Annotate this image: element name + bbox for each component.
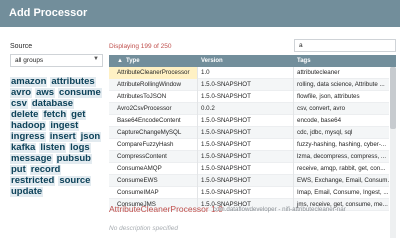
scrollbar-thumb[interactable] xyxy=(390,67,396,129)
table-row[interactable]: CompressContent 1.5.0-SNAPSHOT lzma, decom… xyxy=(109,151,389,163)
table-row[interactable]: CaptureChangeMySQL 1.5.0-SNAPSHOT cdc, jdb… xyxy=(109,127,389,139)
cell-tags: lzma, decompress, compress, ... xyxy=(293,151,389,163)
tag-aws[interactable]: aws xyxy=(35,88,56,98)
cell-version: 1.5.0-SNAPSHOT xyxy=(197,151,293,163)
result-count: Displaying 199 of 250 xyxy=(109,43,172,50)
column-header-version[interactable]: Version xyxy=(201,58,223,64)
selected-processor-name: AttributeCleanerProcessor 1.0 xyxy=(109,204,223,214)
cell-type: CaptureChangeMySQL xyxy=(117,129,182,136)
table-row[interactable]: CompareFuzzyHash 1.5.0-SNAPSHOT fuzzy-hash… xyxy=(109,139,389,151)
tag-hadoop[interactable]: hadoop xyxy=(10,121,47,131)
cell-tags: cdc, jdbc, mysql, sql xyxy=(293,127,389,139)
cell-tags: Imap, Email, Consume, Ingest, ... xyxy=(293,187,389,199)
source-label: Source xyxy=(10,43,33,50)
table-row[interactable]: ConsumeAMQP 1.5.0-SNAPSHOT receive, amqp, … xyxy=(109,163,389,175)
cell-type: ConsumeEWS xyxy=(117,177,158,184)
table-row[interactable]: Avro2CsvProcessor 0.0.2 csv, convert, avro xyxy=(109,103,389,115)
cell-version: 1.5.0-SNAPSHOT xyxy=(197,139,293,151)
chevron-down-icon: ▼ xyxy=(93,56,99,62)
tag-kafka[interactable]: kafka xyxy=(10,143,37,153)
tag-csv[interactable]: csv xyxy=(10,99,28,109)
tag-update[interactable]: update xyxy=(10,187,44,197)
table-row[interactable]: AttributeRollingWindow 1.5.0-SNAPSHOT roll… xyxy=(109,79,389,91)
tag-pubsub[interactable]: pubsub xyxy=(55,154,92,164)
tag-avro[interactable]: avro xyxy=(10,88,33,98)
cell-type: CompressContent xyxy=(117,153,167,160)
cell-type: ConsumeIMAP xyxy=(117,189,159,196)
cell-version: 1.5.0-SNAPSHOT xyxy=(197,115,293,127)
cell-tags: encode, base64 xyxy=(293,115,389,127)
dialog-title: Add Processor xyxy=(9,7,88,19)
cell-tags: rolling, data science, Attribute ... xyxy=(293,79,389,91)
cell-type: AttributesToJSON xyxy=(117,93,167,100)
tag-source[interactable]: source xyxy=(58,176,92,186)
column-header-type[interactable]: Type xyxy=(126,58,140,64)
cell-version: 1.5.0-SNAPSHOT xyxy=(197,79,293,91)
cell-type: AttributeCleanerProcessor xyxy=(109,67,197,79)
cell-type: Base64EncodeContent xyxy=(117,117,181,124)
table-row[interactable]: ConsumeEWS 1.5.0-SNAPSHOT EWS, Exchange, E… xyxy=(109,175,389,187)
cell-version: 1.0 xyxy=(197,67,293,79)
table-row[interactable]: ConsumeIMAP 1.5.0-SNAPSHOT Imap, Email, Co… xyxy=(109,187,389,199)
tag-fetch[interactable]: fetch xyxy=(42,110,68,120)
cell-version: 1.5.0-SNAPSHOT xyxy=(197,175,293,187)
group-select[interactable]: all groups ▼ xyxy=(10,54,103,67)
cell-tags: csv, convert, avro xyxy=(293,103,389,115)
tag-delete[interactable]: delete xyxy=(10,110,40,120)
table-scrollbar[interactable] xyxy=(390,67,396,238)
tag-attributes[interactable]: attributes xyxy=(50,77,96,87)
table-header: ▲ Type Version Tags xyxy=(109,55,396,67)
cell-version: 1.5.0-SNAPSHOT xyxy=(197,127,293,139)
column-header-tags[interactable]: Tags xyxy=(297,58,311,64)
tag-ingress[interactable]: ingress xyxy=(10,132,46,142)
tag-consume[interactable]: consume xyxy=(58,88,102,98)
tag-restricted[interactable]: restricted xyxy=(10,176,56,186)
tag-insert[interactable]: insert xyxy=(48,132,77,142)
tag-json[interactable]: json xyxy=(79,132,102,142)
selected-processor-bundle: com.dataflowdeveloper - nifi-attributecl… xyxy=(213,206,346,213)
tag-database[interactable]: database xyxy=(30,99,75,109)
table-row[interactable]: Base64EncodeContent 1.5.0-SNAPSHOT encode,… xyxy=(109,115,389,127)
cell-tags: attributecleaner xyxy=(293,67,389,79)
table-row[interactable]: AttributeCleanerProcessor 1.0 attributecle… xyxy=(109,67,389,79)
tag-logs[interactable]: logs xyxy=(69,143,91,153)
tag-ingest[interactable]: ingest xyxy=(49,121,80,131)
cell-version: 1.5.0-SNAPSHOT xyxy=(197,163,293,175)
cell-tags: receive, amqp, rabbit, get, con... xyxy=(293,163,389,175)
selected-processor-description: No description specified xyxy=(109,225,179,232)
cell-type: ConsumeAMQP xyxy=(117,165,162,172)
cell-version: 0.0.2 xyxy=(197,103,293,115)
tag-message[interactable]: message xyxy=(10,154,53,164)
cell-type: CompareFuzzyHash xyxy=(117,141,174,148)
cell-version: 1.5.0-SNAPSHOT xyxy=(197,187,293,199)
tag-record[interactable]: record xyxy=(29,165,62,175)
cell-type: Avro2CsvProcessor xyxy=(117,105,172,112)
cell-tags: EWS, Exchange, Email, Consum... xyxy=(293,175,389,187)
filter-input[interactable] xyxy=(294,39,396,52)
tag-get[interactable]: get xyxy=(70,110,87,120)
dialog-header: Add Processor xyxy=(0,0,400,27)
tag-amazon[interactable]: amazon xyxy=(10,77,48,87)
cell-tags: fuzzy-hashing, hashing, cyber-... xyxy=(293,139,389,151)
tag-cloud: amazon attributes avro aws consume csv databas… xyxy=(10,77,104,197)
table-row[interactable]: AttributesToJSON 1.5.0-SNAPSHOT flowfile, … xyxy=(109,91,389,103)
cell-version: 1.5.0-SNAPSHOT xyxy=(197,91,293,103)
tag-listen[interactable]: listen xyxy=(39,143,67,153)
cell-tags: flowfile, json, attributes xyxy=(293,91,389,103)
tag-put[interactable]: put xyxy=(10,165,27,175)
cell-type: AttributeRollingWindow xyxy=(117,81,181,88)
sort-asc-icon[interactable]: ▲ xyxy=(117,58,123,64)
group-select-value: all groups xyxy=(15,57,44,64)
